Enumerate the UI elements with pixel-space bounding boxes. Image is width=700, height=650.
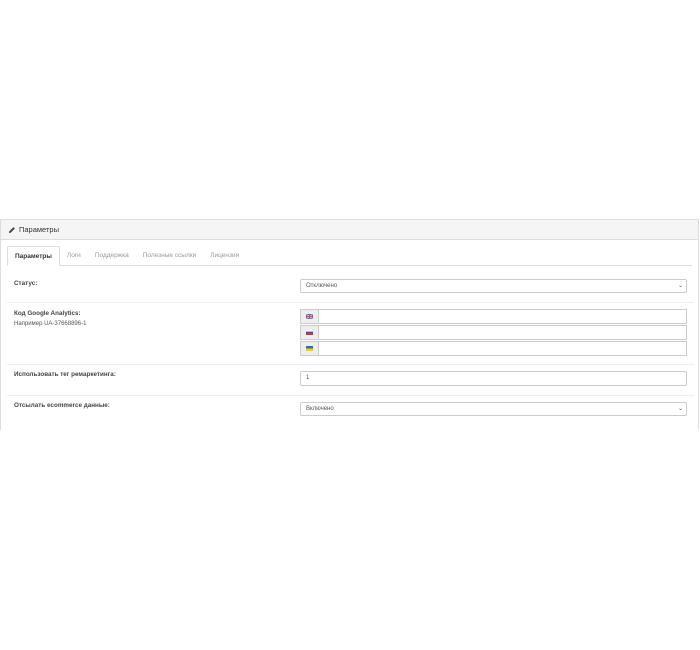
chevron-down-icon: ⌄: [677, 283, 683, 289]
remarketing-input[interactable]: 1: [300, 371, 687, 386]
ga-code-label: Код Google Analytics:: [14, 310, 81, 317]
chevron-down-icon: ⌄: [677, 406, 683, 412]
tab-logs[interactable]: Логи: [60, 246, 88, 265]
remarketing-row: Использовать тег ремаркетинга: 1: [7, 365, 694, 396]
panel-title: Параметры: [19, 225, 59, 234]
tabs-bar: Параметры Логи Поддержка Полезные ссылки…: [7, 246, 692, 266]
ru-flag-addon: [300, 325, 319, 340]
ga-code-ru-input[interactable]: [319, 325, 687, 340]
ecommerce-row: Отсылать ecommerce данные: Включено ⌄: [7, 396, 694, 431]
pencil-icon: [8, 226, 16, 234]
ga-code-ua-group: [300, 341, 687, 356]
tab-useful-links[interactable]: Полезные ссылки: [136, 246, 204, 265]
ru-flag-icon: [306, 330, 313, 335]
tab-license[interactable]: Лицензия: [203, 246, 246, 265]
status-select-value: Отключено: [306, 283, 338, 289]
remarketing-label: Использовать тег ремаркетинга:: [14, 371, 116, 378]
panel-body: Параметры Логи Поддержка Полезные ссылки…: [1, 240, 698, 266]
status-label: Статус:: [14, 280, 38, 287]
ga-code-ua-input[interactable]: [319, 341, 687, 356]
ua-flag-icon: [306, 346, 313, 351]
ga-code-en-input[interactable]: [319, 309, 687, 324]
remarketing-input-value: 1: [306, 375, 310, 381]
ga-code-row: Код Google Analytics: Например UA-376688…: [7, 303, 694, 365]
status-row: Статус: Отключено ⌄: [7, 270, 694, 303]
ga-code-help: Например UA-37668896-1: [14, 321, 87, 327]
ua-flag-addon: [300, 341, 319, 356]
status-select[interactable]: Отключено ⌄: [300, 279, 687, 293]
tab-parameters[interactable]: Параметры: [7, 246, 60, 266]
settings-panel: Параметры Параметры Логи Поддержка Полез…: [0, 219, 699, 430]
ecommerce-select-value: Включено: [306, 406, 334, 412]
panel-heading: Параметры: [1, 220, 698, 240]
ga-code-en-group: [300, 309, 687, 324]
ecommerce-label: Отсылать ecommerce данные:: [14, 402, 110, 409]
en-flag-icon: [306, 314, 313, 319]
ecommerce-select[interactable]: Включено ⌄: [300, 402, 687, 416]
en-flag-addon: [300, 309, 319, 324]
tab-support[interactable]: Поддержка: [88, 246, 136, 265]
ga-code-ru-group: [300, 325, 687, 340]
